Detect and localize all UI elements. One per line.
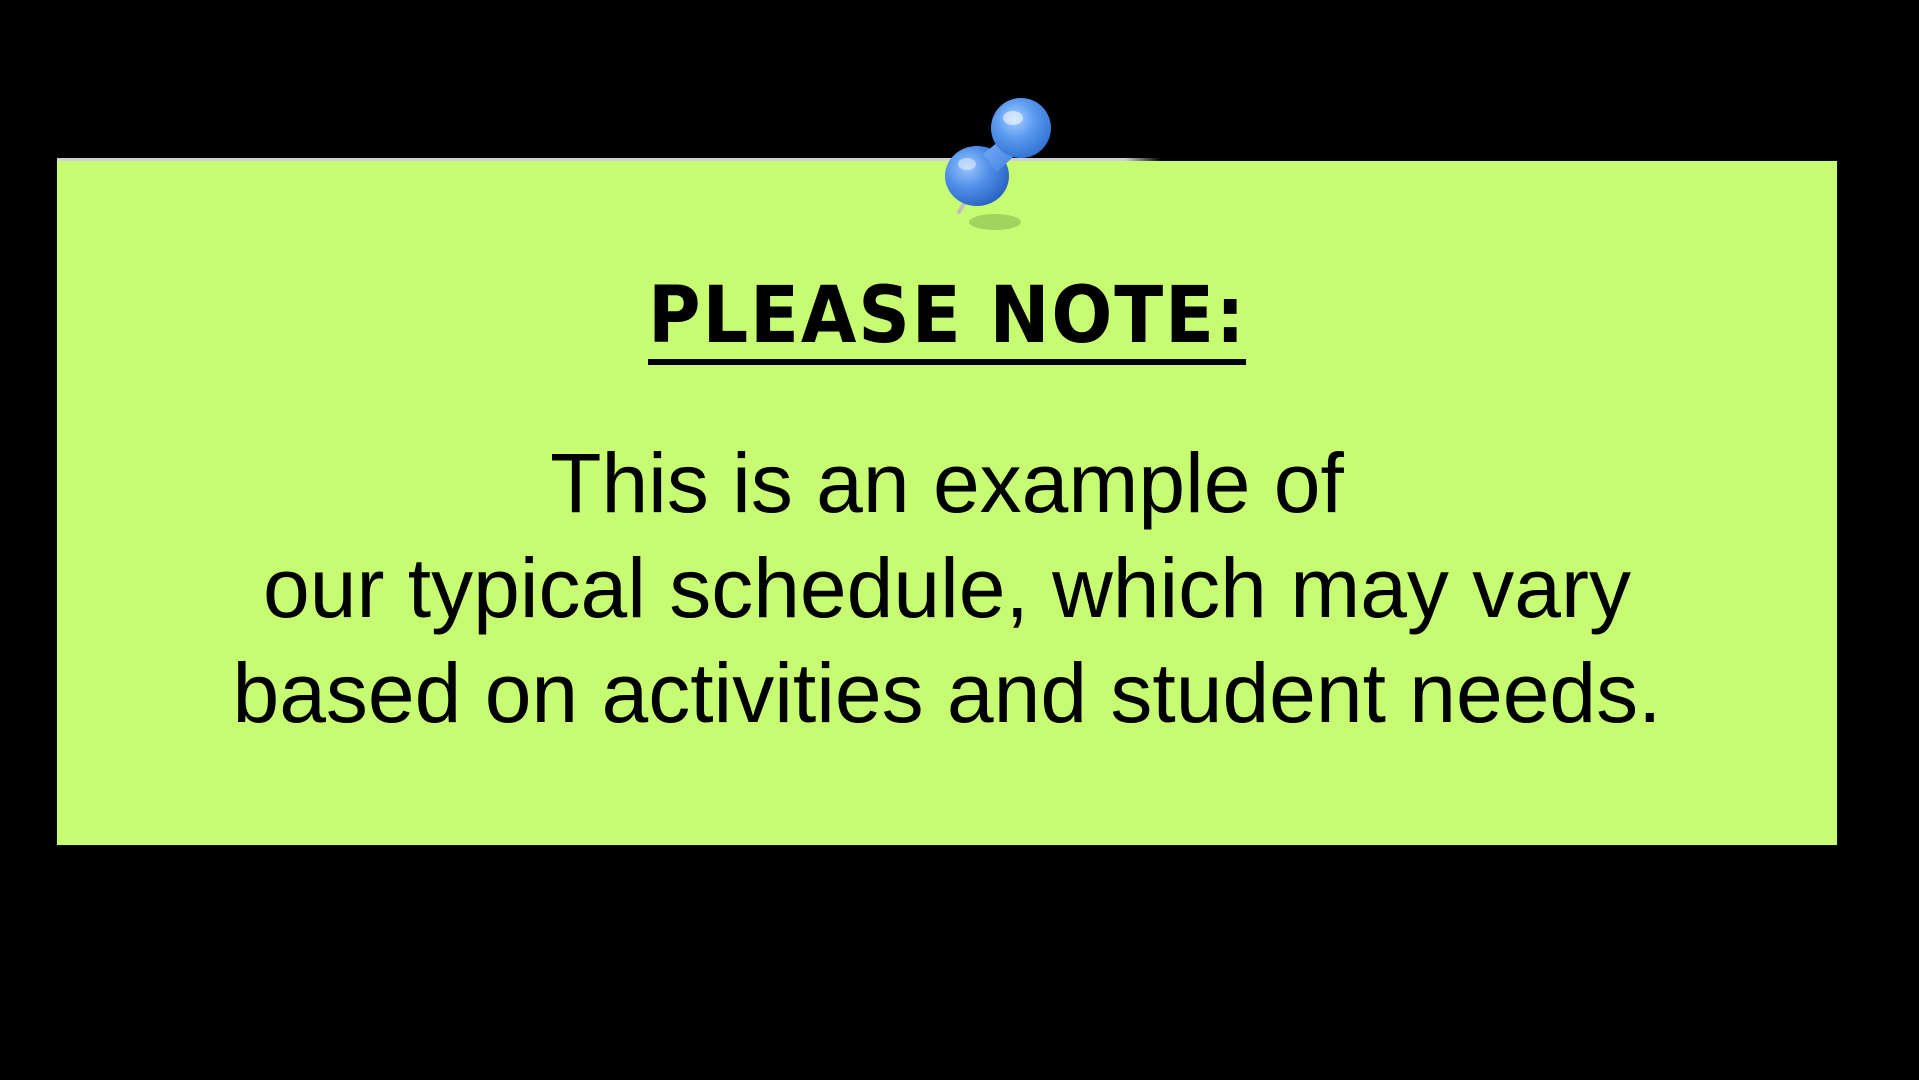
canvas: PLEASE NOTE: This is an example of our t…: [0, 0, 1919, 1080]
note-line-3: based on activities and student needs.: [232, 646, 1662, 740]
note-line-2: our typical schedule, which may vary: [263, 541, 1631, 635]
note-body: This is an example of our typical schedu…: [57, 431, 1837, 746]
pushpin-icon: [925, 84, 1065, 244]
note-heading: PLEASE NOTE:: [57, 271, 1837, 365]
note-heading-text: PLEASE NOTE:: [647, 277, 1247, 365]
note-line-1: This is an example of: [550, 436, 1344, 530]
sticky-note: PLEASE NOTE: This is an example of our t…: [57, 158, 1837, 845]
